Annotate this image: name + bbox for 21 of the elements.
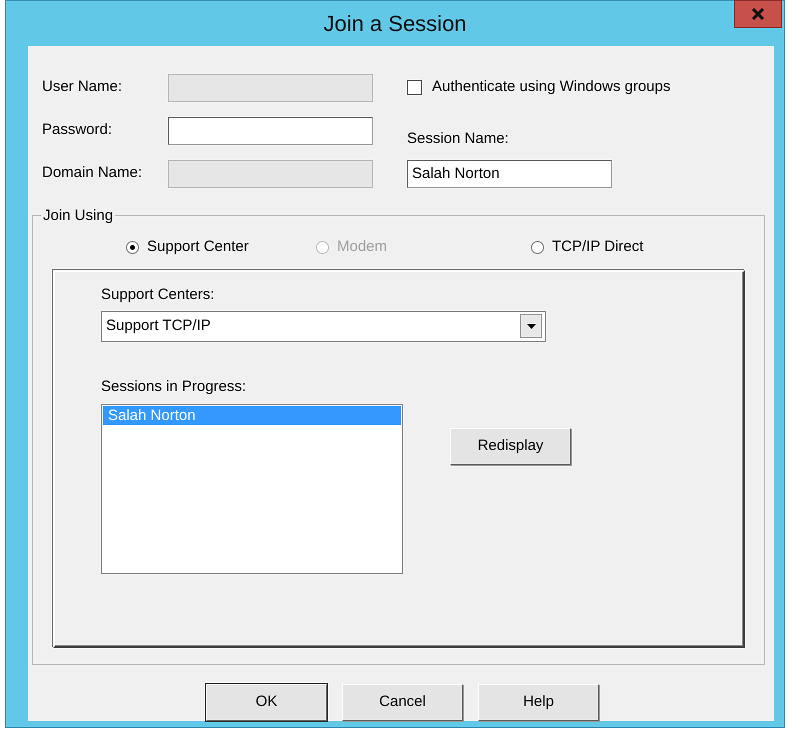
- field-label: Sessions in Progress:: [101, 376, 248, 396]
- radio-button[interactable]: TCP/IP Direct: [531, 236, 644, 258]
- dropdown[interactable]: Support TCP/IP: [101, 310, 546, 342]
- redisplay-button[interactable]: Redisplay: [450, 428, 571, 465]
- field-label: Support Centers:: [101, 285, 216, 305]
- close-icon: [751, 8, 765, 20]
- field-label: User Name:: [42, 77, 124, 98]
- input-field[interactable]: Salah Norton: [407, 160, 612, 188]
- dialog-button[interactable]: Help: [478, 684, 599, 721]
- dialog-button[interactable]: Cancel: [342, 684, 463, 721]
- field-label: Session Name:: [407, 129, 509, 150]
- checkbox[interactable]: [407, 80, 422, 95]
- close-button[interactable]: [734, 0, 782, 28]
- window-title: Join a Session: [323, 10, 467, 38]
- field-label: Password:: [42, 120, 114, 140]
- field-label: Domain Name:: [42, 163, 144, 184]
- caret-icon: [526, 324, 536, 328]
- input-field[interactable]: [168, 116, 373, 144]
- radio-button[interactable]: Support Center: [126, 236, 266, 258]
- checkbox-label: Authenticate using Windows groups: [432, 77, 670, 98]
- dialog-button[interactable]: OK: [206, 684, 327, 721]
